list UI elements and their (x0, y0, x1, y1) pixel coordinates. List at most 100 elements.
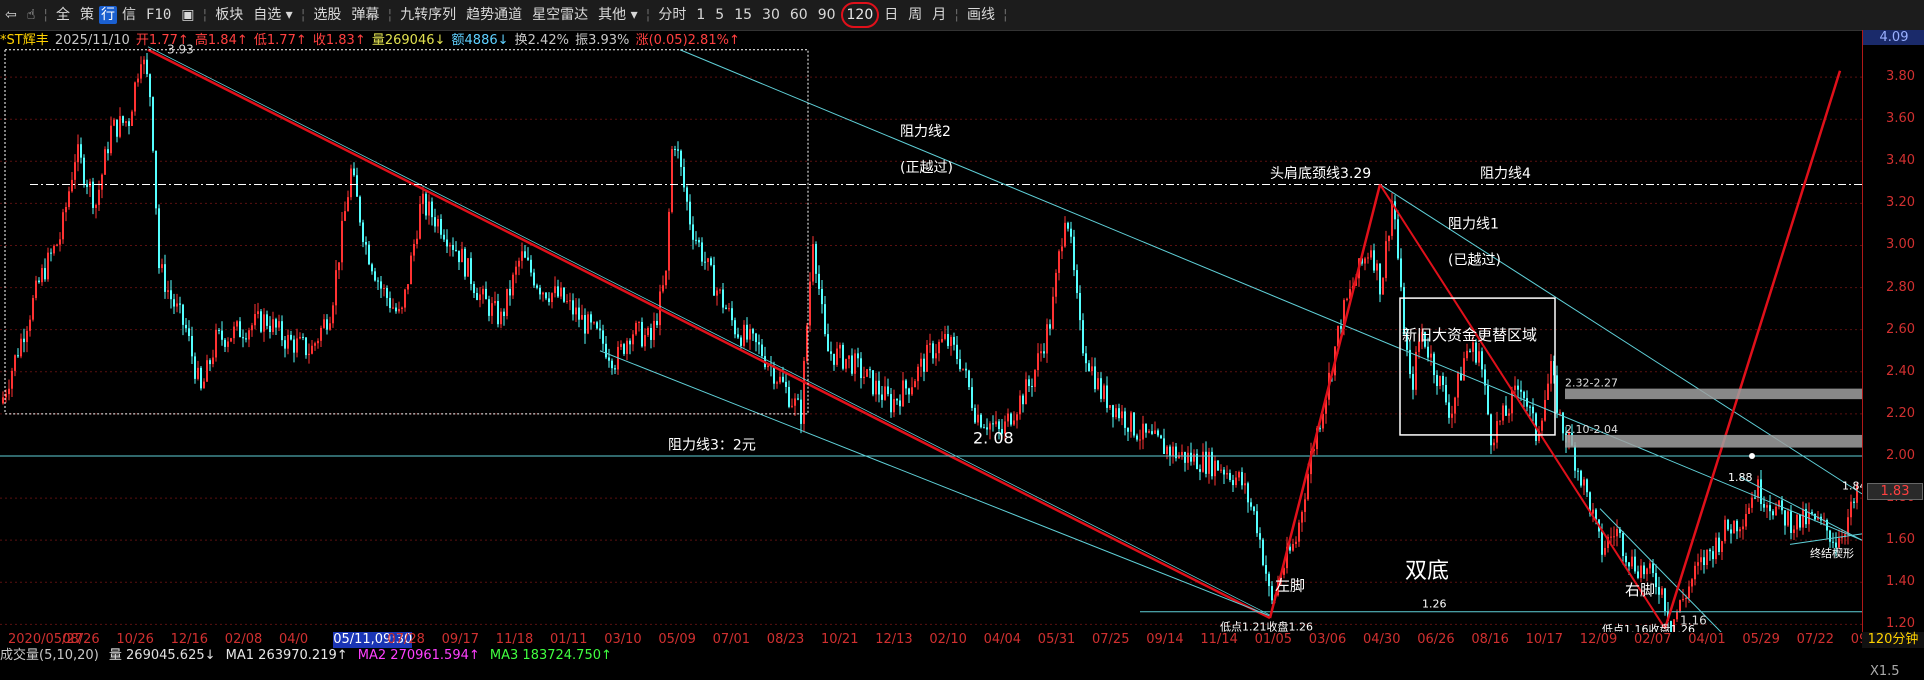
candle-body (809, 281, 811, 326)
period-周[interactable]: 周 (903, 0, 927, 30)
candle-body (119, 116, 121, 137)
date-tick-label: 05/31 (1037, 632, 1076, 647)
date-tick-label: 08/26 (62, 632, 100, 647)
back-arrow-icon[interactable]: ⇦ (0, 0, 22, 30)
candle-body (1832, 541, 1834, 543)
candle-body (1190, 452, 1192, 462)
candle-body (452, 245, 454, 250)
date-tick-label: 07/28 (387, 632, 425, 647)
candle-body (710, 258, 712, 266)
toolbar-trend-channel[interactable]: 趋势通道 (461, 0, 527, 30)
candle-body (1085, 353, 1087, 364)
candle-body (620, 344, 622, 347)
candle-body (1130, 412, 1132, 432)
toolbar-quote-highlight[interactable]: 行 (98, 6, 117, 24)
draw-line-button[interactable]: 画线 (962, 0, 1000, 30)
candle-body (248, 330, 250, 340)
toolbar-stock-picker[interactable]: 选股 (308, 0, 346, 30)
candle-body (407, 284, 409, 290)
candle-body (167, 290, 169, 292)
candle-body (1256, 511, 1258, 534)
candle-body (230, 338, 232, 342)
hand-icon[interactable]: ☝ (22, 0, 41, 30)
candle-body (524, 251, 526, 258)
toolbar-nine-turn[interactable]: 九转序列 (395, 0, 461, 30)
date-tick-label: 05/29 (1742, 632, 1780, 647)
candle-body (881, 394, 883, 400)
period-月[interactable]: 月 (927, 0, 951, 30)
candle-body (1094, 366, 1096, 390)
candle-body (1166, 446, 1168, 455)
candle-body (344, 211, 346, 221)
candle-body (50, 252, 52, 254)
candle-body (860, 358, 862, 379)
window-icon[interactable]: ▣ (176, 0, 199, 30)
candle-body (1079, 292, 1081, 321)
candle-body (1787, 511, 1789, 526)
candle-body (239, 321, 241, 338)
candle-body (1052, 296, 1054, 329)
period-120[interactable]: 120 (840, 2, 880, 28)
resistance-3-label: 阻力线3：2元 (668, 438, 756, 454)
date-tick-label: 12/09 (1579, 632, 1618, 647)
candle-body (1289, 546, 1291, 551)
toolbar-strategy[interactable]: 策 (75, 0, 99, 30)
period-1[interactable]: 1 (691, 0, 710, 30)
candle-body (1091, 366, 1093, 372)
toolbar-sector[interactable]: 板块 (210, 0, 248, 30)
toolbar-watchlist[interactable]: 自选 ▾ (248, 0, 297, 30)
candle-body (1853, 501, 1855, 503)
candle-body (1082, 320, 1084, 354)
candle-body (1658, 587, 1660, 595)
candle-body (614, 368, 616, 370)
period-5[interactable]: 5 (710, 0, 729, 30)
toolbar-info[interactable]: 信 (117, 0, 141, 30)
toolbar-f10[interactable]: F10 (141, 0, 176, 30)
candle-body (902, 380, 904, 407)
candle-body (626, 340, 628, 354)
volume-indicator-label[interactable]: 成交量(5,10,20) (0, 648, 99, 663)
candle-body (1694, 565, 1696, 580)
candle-body (896, 398, 898, 401)
candle-body (551, 293, 553, 303)
candle-body (1502, 405, 1504, 421)
candle-body (104, 149, 106, 175)
period-分时[interactable]: 分时 (653, 0, 691, 30)
candlestick-chart[interactable]: 3.93 阻力线2 (正越过) 头肩底颈线3.29 阻力线4 阻力线1 (已越过) 新旧大资金… (0, 30, 1924, 632)
candle-body (869, 369, 871, 371)
candle-body (1442, 375, 1444, 385)
candle-body (26, 330, 28, 343)
toolbar-danmaku[interactable]: 弹幕 (346, 0, 384, 30)
candle-body (11, 370, 13, 389)
toolbar-all[interactable]: 全 (51, 0, 75, 30)
period-30[interactable]: 30 (757, 0, 785, 30)
candle-body (437, 219, 439, 227)
candle-body (875, 380, 877, 395)
candle-body (644, 335, 646, 347)
candle-body (947, 334, 949, 346)
candle-body (206, 360, 208, 382)
toolbar-star-radar[interactable]: 星空雷达 (527, 0, 593, 30)
candle-body (77, 144, 79, 163)
candle-body (542, 292, 544, 295)
candle-body (647, 328, 649, 336)
candle-body (251, 325, 253, 331)
ma2-value: MA2 270961.594↑ (357, 648, 480, 663)
candle-body (1652, 563, 1654, 574)
candle-body (140, 64, 142, 79)
red-breakout-line (1663, 70, 1842, 629)
period-日[interactable]: 日 (879, 0, 903, 30)
candle-body (1241, 472, 1243, 486)
candle-body (1517, 385, 1519, 390)
candle-body (281, 321, 283, 341)
toolbar-other[interactable]: 其他 ▾ (593, 0, 642, 30)
candle-body (194, 356, 196, 379)
candle-body (266, 314, 268, 326)
candle-body (971, 387, 973, 408)
period-60[interactable]: 60 (785, 0, 813, 30)
period-15[interactable]: 15 (729, 0, 757, 30)
period-90[interactable]: 90 (813, 0, 841, 30)
candle-body (347, 197, 349, 212)
candle-body (1604, 547, 1606, 555)
candle-body (1022, 395, 1024, 405)
